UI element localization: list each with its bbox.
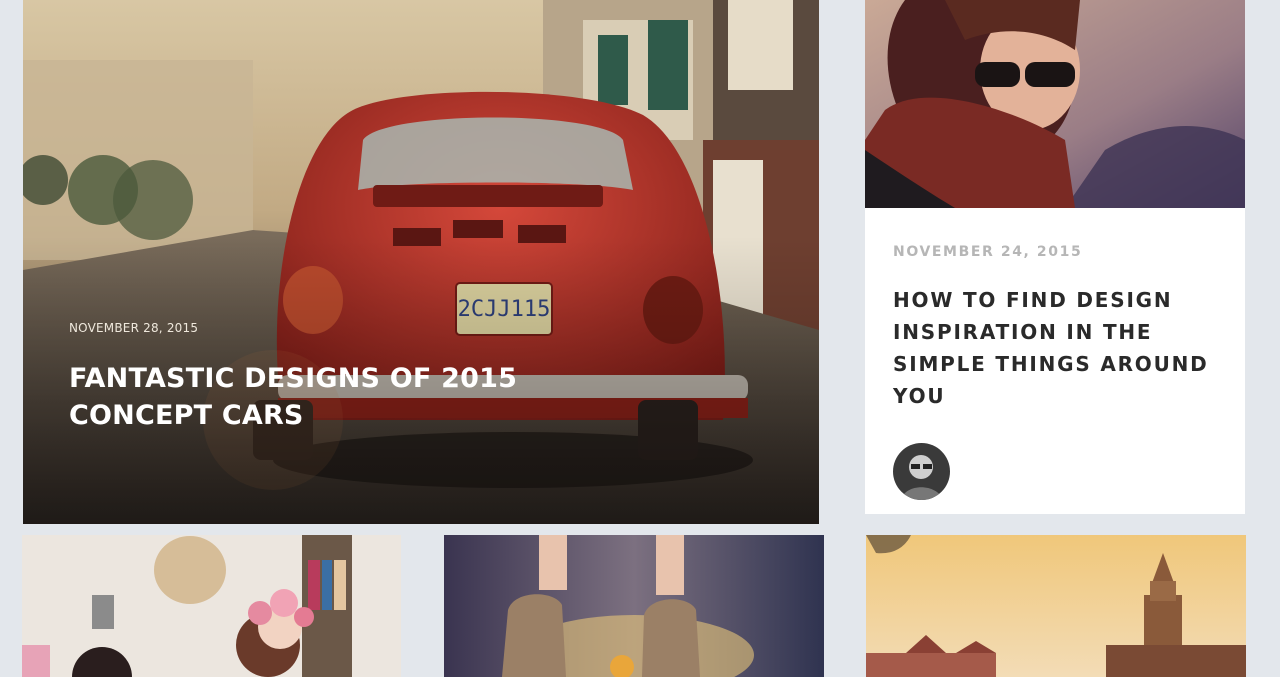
- boots-dandelion-photo: [444, 535, 824, 677]
- post-tile-2[interactable]: [444, 535, 824, 677]
- author-avatar[interactable]: [893, 443, 950, 500]
- blog-grid: 2CJJ115 NOVEMBER 28, 2015 FANTASTIC DESI…: [0, 0, 1280, 677]
- side-post-card: NOVEMBER 24, 2015 HOW TO FIND DESIGN INS…: [865, 0, 1245, 514]
- post-date: NOVEMBER 24, 2015: [893, 244, 1083, 260]
- post-tile-3[interactable]: [866, 535, 1246, 677]
- image-overlay: [23, 0, 819, 524]
- city-tower-photo: [866, 535, 1246, 677]
- author-avatar-icon: [893, 443, 950, 500]
- girls-flower-crown-photo: [22, 535, 401, 677]
- featured-post-card[interactable]: 2CJJ115 NOVEMBER 28, 2015 FANTASTIC DESI…: [23, 0, 819, 524]
- post-image-link[interactable]: [865, 0, 1245, 208]
- post-tile-1[interactable]: [22, 535, 401, 677]
- woman-sunglasses-scarf-photo: [865, 0, 1245, 208]
- post-date: NOVEMBER 28, 2015: [69, 321, 199, 335]
- post-title[interactable]: FANTASTIC DESIGNS OF 2015 CONCEPT CARS: [69, 360, 539, 434]
- post-title[interactable]: HOW TO FIND DESIGN INSPIRATION IN THE SI…: [893, 284, 1238, 412]
